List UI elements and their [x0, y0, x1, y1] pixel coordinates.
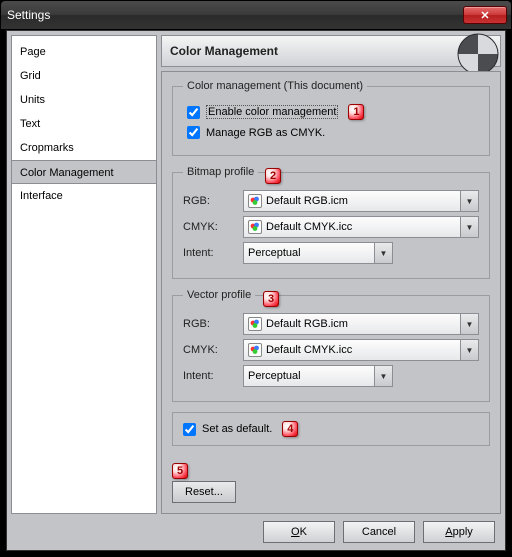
apply-button[interactable]: Apply	[423, 521, 495, 543]
sidebar-item-color-management[interactable]: Color Management	[12, 160, 156, 184]
manage-rgb-as-cmyk-row: Manage RGB as CMYK.	[187, 126, 479, 139]
set-default-checkbox[interactable]	[183, 423, 196, 436]
chevron-down-icon: ▼	[460, 217, 478, 237]
sidebar-item-units[interactable]: Units	[12, 88, 156, 112]
apply-label: Apply	[445, 526, 473, 538]
vector-intent-combo[interactable]: Perceptual ▼	[243, 365, 393, 387]
bitmap-cmyk-combo[interactable]: Default CMYK.icc ▼	[243, 216, 479, 238]
bitmap-intent-value: Perceptual	[248, 247, 301, 259]
vector-cmyk-value: Default CMYK.icc	[266, 344, 352, 356]
close-button[interactable]: ✕	[463, 6, 507, 24]
set-default-box: Set as default. 4	[172, 412, 490, 446]
ok-label: OK	[291, 526, 307, 538]
set-default-label: Set as default.	[202, 423, 272, 435]
callout-3: 3	[263, 291, 279, 307]
settings-window: Settings ✕ Page Grid Units Text Cropmark…	[0, 0, 512, 557]
enable-color-management-row: Enable color management 1	[187, 104, 479, 120]
enable-color-management-label: Enable color management	[206, 105, 338, 119]
window-title: Settings	[7, 8, 50, 22]
vector-intent-value: Perceptual	[248, 370, 301, 382]
sidebar-item-grid[interactable]: Grid	[12, 64, 156, 88]
group-legend: Vector profile	[183, 289, 255, 301]
client-area: Page Grid Units Text Cropmarks Color Man…	[6, 30, 506, 551]
cancel-label: Cancel	[362, 526, 396, 538]
panel-body: Color management (This document) Enable …	[161, 71, 501, 514]
cancel-button[interactable]: Cancel	[343, 521, 415, 543]
color-wheel-icon	[456, 32, 500, 76]
callout-4: 4	[282, 421, 298, 437]
bitmap-cmyk-row: CMYK: Default CMYK.icc ▼	[183, 216, 479, 238]
sidebar-item-label: Grid	[20, 70, 41, 82]
bitmap-intent-label: Intent:	[183, 247, 237, 259]
vector-cmyk-row: CMYK: Default CMYK.icc ▼	[183, 339, 479, 361]
group-color-management-doc: Color management (This document) Enable …	[172, 80, 490, 156]
vector-cmyk-label: CMYK:	[183, 344, 237, 356]
group-vector-profile: Vector profile 3 RGB: Default RGB.icm ▼	[172, 289, 490, 402]
manage-rgb-as-cmyk-checkbox[interactable]	[187, 126, 200, 139]
sidebar-item-label: Text	[20, 118, 40, 130]
ok-button[interactable]: OK	[263, 521, 335, 543]
profile-icon	[248, 220, 262, 234]
close-icon: ✕	[480, 9, 489, 22]
titlebar: Settings ✕	[1, 1, 511, 29]
profile-icon	[248, 317, 262, 331]
profile-icon	[248, 343, 262, 357]
reset-button-label: Reset...	[185, 486, 223, 498]
sidebar-item-label: Interface	[20, 190, 63, 202]
manage-rgb-as-cmyk-label: Manage RGB as CMYK.	[206, 127, 325, 139]
profile-icon	[248, 194, 262, 208]
main: Color Management Color management (This …	[161, 35, 501, 514]
group-legend: Color management (This document)	[183, 80, 367, 92]
vector-rgb-label: RGB:	[183, 318, 237, 330]
sidebar-item-label: Cropmarks	[20, 142, 74, 154]
set-default-row: Set as default. 4	[183, 421, 479, 437]
bitmap-rgb-combo[interactable]: Default RGB.icm ▼	[243, 190, 479, 212]
sidebar-item-interface[interactable]: Interface	[12, 184, 156, 208]
vector-intent-row: Intent: Perceptual ▼	[183, 365, 479, 387]
body: Page Grid Units Text Cropmarks Color Man…	[7, 31, 505, 514]
sidebar-item-page[interactable]: Page	[12, 40, 156, 64]
reset-button[interactable]: Reset...	[172, 481, 236, 503]
vector-intent-label: Intent:	[183, 370, 237, 382]
group-legend-text: Vector profile	[187, 289, 251, 301]
vector-rgb-value: Default RGB.icm	[266, 318, 348, 330]
bitmap-intent-row: Intent: Perceptual ▼	[183, 242, 479, 264]
chevron-down-icon: ▼	[460, 314, 478, 334]
callout-1: 1	[348, 104, 364, 120]
bitmap-rgb-label: RGB:	[183, 195, 237, 207]
chevron-down-icon: ▼	[374, 243, 392, 263]
chevron-down-icon: ▼	[460, 340, 478, 360]
chevron-down-icon: ▼	[374, 366, 392, 386]
callout-2: 2	[265, 168, 281, 184]
bitmap-cmyk-value: Default CMYK.icc	[266, 221, 352, 233]
enable-color-management-checkbox[interactable]	[187, 106, 200, 119]
group-legend-text: Bitmap profile	[187, 166, 254, 178]
bitmap-intent-combo[interactable]: Perceptual ▼	[243, 242, 393, 264]
sidebar: Page Grid Units Text Cropmarks Color Man…	[11, 35, 157, 514]
sidebar-item-cropmarks[interactable]: Cropmarks	[12, 136, 156, 160]
footer: OK Cancel Apply	[7, 514, 505, 550]
sidebar-item-label: Units	[20, 94, 45, 106]
vector-rgb-row: RGB: Default RGB.icm ▼	[183, 313, 479, 335]
callout-5b: 5	[172, 463, 188, 479]
group-legend: Bitmap profile	[183, 166, 258, 178]
vector-rgb-combo[interactable]: Default RGB.icm ▼	[243, 313, 479, 335]
sidebar-item-text[interactable]: Text	[12, 112, 156, 136]
vector-cmyk-combo[interactable]: Default CMYK.icc ▼	[243, 339, 479, 361]
sidebar-item-label: Page	[20, 46, 46, 58]
chevron-down-icon: ▼	[460, 191, 478, 211]
panel-header: Color Management	[161, 35, 501, 67]
panel-title: Color Management	[170, 44, 278, 58]
bitmap-rgb-row: RGB: Default RGB.icm ▼	[183, 190, 479, 212]
group-bitmap-profile: Bitmap profile 2 RGB: Default RGB.icm ▼	[172, 166, 490, 279]
bitmap-rgb-value: Default RGB.icm	[266, 195, 348, 207]
sidebar-item-label: Color Management	[20, 167, 114, 179]
bitmap-cmyk-label: CMYK:	[183, 221, 237, 233]
